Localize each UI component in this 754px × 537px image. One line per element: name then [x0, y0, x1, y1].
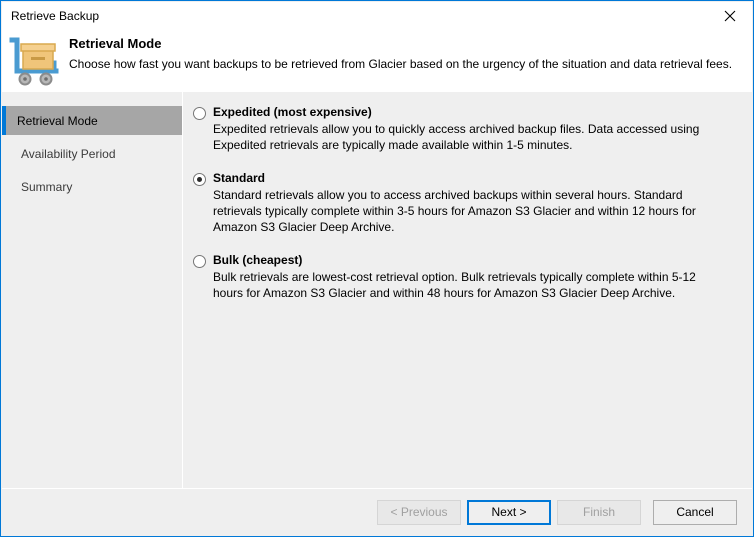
sidebar-item-retrieval-mode[interactable]: Retrieval Mode [2, 106, 182, 135]
title-bar: Retrieve Backup [2, 2, 752, 30]
dialog-footer: < Previous Next > Finish Cancel [2, 488, 752, 535]
wizard-steps-sidebar: Retrieval Mode Availability Period Summa… [2, 92, 183, 488]
cancel-button[interactable]: Cancel [653, 499, 737, 525]
cart-with-box-icon [2, 30, 64, 92]
option-bulk-row[interactable]: Bulk (cheapest) [193, 253, 742, 268]
finish-button[interactable]: Finish [557, 499, 641, 525]
sidebar-item-label: Availability Period [21, 146, 116, 161]
close-button[interactable] [707, 2, 752, 30]
option-standard-description: Standard retrievals allow you to access … [213, 188, 696, 234]
option-bulk-description: Bulk retrievals are lowest-cost retrieva… [213, 270, 696, 300]
option-standard-label: Standard [213, 171, 266, 185]
header-text-block: Retrieval Mode Choose how fast you want … [64, 30, 732, 92]
radio-bulk[interactable] [193, 255, 206, 268]
option-expedited-label: Expedited (most expensive) [213, 105, 372, 119]
page-title: Retrieval Mode [69, 36, 162, 51]
option-standard: Standard Standard retrievals allow you t… [193, 171, 742, 235]
close-icon [724, 10, 736, 22]
radio-standard[interactable] [193, 173, 206, 186]
option-bulk-label: Bulk (cheapest) [213, 253, 303, 267]
option-expedited: Expedited (most expensive) Expedited ret… [193, 105, 742, 153]
option-bulk: Bulk (cheapest) Bulk retrievals are lowe… [193, 253, 742, 301]
dialog-body: Retrieval Mode Availability Period Summa… [2, 92, 752, 488]
previous-button[interactable]: < Previous [377, 499, 461, 525]
radio-expedited[interactable] [193, 107, 206, 120]
option-standard-row[interactable]: Standard [193, 171, 742, 186]
option-expedited-row[interactable]: Expedited (most expensive) [193, 105, 742, 120]
sidebar-item-summary[interactable]: Summary [2, 172, 182, 201]
retrieval-mode-options: Expedited (most expensive) Expedited ret… [183, 92, 752, 488]
page-subtitle: Choose how fast you want backups to be r… [69, 57, 733, 71]
sidebar-item-label: Retrieval Mode [17, 113, 98, 128]
window-title: Retrieve Backup [11, 9, 100, 23]
sidebar-item-availability-period[interactable]: Availability Period [2, 139, 182, 168]
dialog-header: Retrieval Mode Choose how fast you want … [2, 30, 752, 92]
retrieve-backup-dialog: Retrieve Backup Retrieval Mode Choose ho… [0, 0, 754, 537]
next-button[interactable]: Next > [467, 499, 551, 525]
option-expedited-description: Expedited retrievals allow you to quickl… [213, 122, 700, 152]
sidebar-item-label: Summary [21, 179, 73, 194]
